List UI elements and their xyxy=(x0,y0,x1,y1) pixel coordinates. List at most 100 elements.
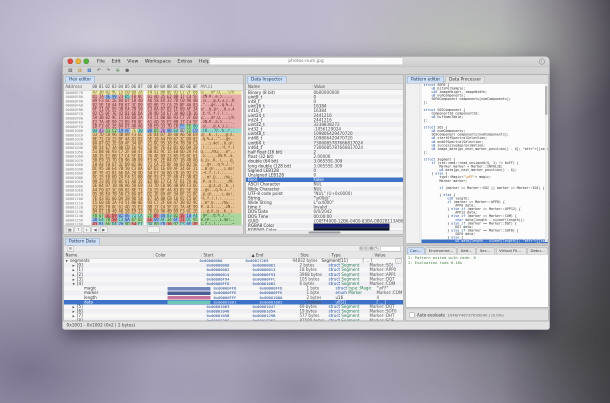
pattern-color-chip xyxy=(168,296,211,300)
save-icon[interactable]: ▦ xyxy=(86,67,94,74)
evaluate-footer: Auto evaluate 1046/746737095040 / (0.0%) xyxy=(406,310,549,322)
workspace: Hex editor Address000102030405060708090A… xyxy=(63,75,550,322)
tab-console[interactable]: Console xyxy=(407,248,425,255)
jump-up-icon[interactable]: ↑ xyxy=(75,227,83,234)
tab-pattern-data[interactable]: Pattern Data xyxy=(65,238,100,245)
edit-pattern-icon[interactable]: ✎ xyxy=(375,246,379,251)
collapse-all-icon[interactable]: ⊟ xyxy=(364,246,368,251)
pattern-editor-tabstrip: Pattern editorData Processor xyxy=(406,75,548,84)
code-vscrollbar[interactable] xyxy=(545,84,548,242)
pd-col-header-start[interactable]: Start xyxy=(202,253,250,258)
data-inspector-panel: Data Inspector Name Value Binary (8 bit)… xyxy=(246,75,404,235)
hex-editor-tabstrip: Hex editor xyxy=(64,75,243,84)
menu-bar: FileEditViewWorkspaceExtrasHelp xyxy=(97,59,210,65)
tab-sections[interactable]: Sections xyxy=(477,248,495,255)
tab-virtual-filesyst-[interactable]: Virtual Filesyst… xyxy=(496,248,526,255)
console-line: I: Evaluation took 0.18s xyxy=(408,261,546,266)
inspector-rows: Binary (8 bit)0b00000000uint8_t0int8_t0u… xyxy=(246,90,403,231)
expand-all-icon[interactable]: ⊞ xyxy=(359,246,363,251)
tab-hex-editor[interactable]: Hex editor xyxy=(65,76,95,83)
code-line: 134 u8 image_data[gn_next_marker_positio… xyxy=(420,147,549,151)
redo-icon[interactable]: ↷ xyxy=(105,67,113,74)
menu-extras[interactable]: Extras xyxy=(177,59,192,65)
hex-byte-grid[interactable]: 00000F70473B829C15E06D2AF451B80E93C72F68… xyxy=(64,91,243,226)
menu-file[interactable]: File xyxy=(97,59,105,65)
pd-col-header-end[interactable]: ▲ End xyxy=(250,253,299,258)
code-lines: 116struct SOF0 {117 u8 bitsPerSample;118… xyxy=(420,84,549,244)
undo-icon[interactable]: ↶ xyxy=(95,67,103,74)
pattern-editor-panel: Pattern editorData Processor 116struct S… xyxy=(406,75,549,244)
pattern-filter-input[interactable] xyxy=(380,246,401,252)
open-file-icon[interactable]: ▥ xyxy=(76,67,84,74)
inspector-header-name: Name xyxy=(246,84,312,89)
evaluation-progress: 1046/746737095040 / (0.0%) xyxy=(447,313,503,318)
page-next-icon[interactable]: ▶ xyxy=(100,227,108,234)
pd-col-header-name[interactable]: Name xyxy=(64,253,154,258)
console-panel: ConsoleEnvironment Vari…SettingsSections… xyxy=(406,246,549,308)
new-file-icon[interactable]: ▤ xyxy=(67,67,75,74)
tab-pattern-editor[interactable]: Pattern editor xyxy=(407,76,444,83)
add-bookmark-icon[interactable]: ⊕ xyxy=(114,67,122,74)
hex-editor-footer: ▦↑↓◀▶ xyxy=(64,225,243,234)
menu-edit[interactable]: Edit xyxy=(111,59,120,65)
console-tabstrip: ConsoleEnvironment Vari…SettingsSections… xyxy=(406,246,548,255)
pattern-data-panel: Pattern Data ⊞ ⊞⊟▤✎ NameColorStart▲ EndS… xyxy=(64,237,404,322)
tab-data-inspector[interactable]: Data Inspector xyxy=(247,76,286,83)
pattern-data-tabstrip: Pattern Data xyxy=(64,237,403,246)
hex-col-header: 0F xyxy=(192,85,199,90)
pattern-color-chip xyxy=(168,291,211,295)
pd-col-header-value[interactable]: Value xyxy=(373,253,404,258)
settings-icon[interactable] xyxy=(539,58,545,64)
minimize-button[interactable] xyxy=(76,59,82,65)
hex-column-header: Address000102030405060708090A0B0C0D0E0FA… xyxy=(64,84,243,91)
tab-settings[interactable]: Settings xyxy=(458,248,476,255)
pd-col-header-type[interactable]: Type xyxy=(330,253,373,258)
menu-workspace[interactable]: Workspace xyxy=(145,59,171,65)
hex-col-header: 07 xyxy=(137,85,144,90)
tab-environment-vari-[interactable]: Environment Vari… xyxy=(426,248,457,255)
console-output: I: Pattern exited with code: 0I: Evaluat… xyxy=(406,255,548,308)
pattern-row-color xyxy=(168,291,214,295)
code-line-text: u8 huffmanTable; xyxy=(422,115,464,119)
menu-view[interactable]: View xyxy=(127,59,138,65)
app-window: FileEditViewWorkspaceExtrasHelp photos-n… xyxy=(62,56,550,330)
code-line: 160 u8 data[length - sizeof(length)]; "a… xyxy=(420,240,549,243)
code-line-text: u8 data[length - sizeof(length)]; "attr"… xyxy=(422,240,549,243)
hex-byte-headers: 000102030405060708090A0B0C0D0E0F xyxy=(92,85,199,90)
pattern-data-rows: ▼segments0x000000000x0001726994832 bytes… xyxy=(64,259,403,321)
code-gutter xyxy=(406,84,420,244)
auto-evaluate-label: Auto evaluate xyxy=(417,313,445,318)
inspector-header-value: Value xyxy=(312,84,403,89)
window-controls xyxy=(68,59,90,65)
code-line-text: Marker marker; xyxy=(422,179,468,183)
page-prev-icon[interactable]: ◀ xyxy=(92,227,100,234)
tab-debugger[interactable]: Debugger xyxy=(527,248,548,255)
close-button[interactable] xyxy=(68,59,74,65)
search-icon[interactable]: ● xyxy=(124,67,132,74)
pd-col-header-size[interactable]: Size xyxy=(299,253,330,258)
code-line-text: SOF0Component components[numComponents]; xyxy=(422,98,511,102)
code-vscroll-thumb[interactable] xyxy=(545,86,548,115)
hex-ascii-header: ASCII xyxy=(201,85,242,89)
pattern-code-editor[interactable]: 116struct SOF0 {117 u8 bitsPerSample;118… xyxy=(406,84,548,244)
status-bar: 0x1001 - 0x1002 (0x2 | 2 bytes) xyxy=(63,321,550,330)
inspector-hscroll-thumb[interactable] xyxy=(309,232,341,234)
pattern-row-color xyxy=(168,286,214,290)
titlebar: FileEditViewWorkspaceExtrasHelp photos-n… xyxy=(63,57,550,67)
hex-address-header: Address xyxy=(64,85,92,90)
main-toolbar: ▤▥▦↶↷⊕● xyxy=(63,67,550,75)
grid-view-icon[interactable]: ▦ xyxy=(66,227,74,234)
hex-editor-panel: Hex editor Address000102030405060708090A… xyxy=(64,75,244,235)
jump-down-icon[interactable]: ↓ xyxy=(83,227,91,234)
window-title: photos-num.jpg xyxy=(209,58,403,66)
inspector-hscrollbar[interactable] xyxy=(246,231,403,235)
tab-data-processor[interactable]: Data Processor xyxy=(445,76,485,83)
pd-col-header-color[interactable]: Color xyxy=(154,253,202,258)
tree-view-icon[interactable]: ⊞ xyxy=(67,246,74,252)
zoom-button[interactable] xyxy=(84,59,90,65)
auto-evaluate-checkbox[interactable] xyxy=(409,312,415,318)
hex-footer-visualizer-button[interactable] xyxy=(148,227,160,234)
selection-status: 0x1001 - 0x1002 (0x2 | 2 bytes) xyxy=(67,323,136,328)
export-pattern-icon[interactable]: ▤ xyxy=(369,246,373,251)
data-inspector-tabstrip: Data Inspector xyxy=(246,75,403,84)
